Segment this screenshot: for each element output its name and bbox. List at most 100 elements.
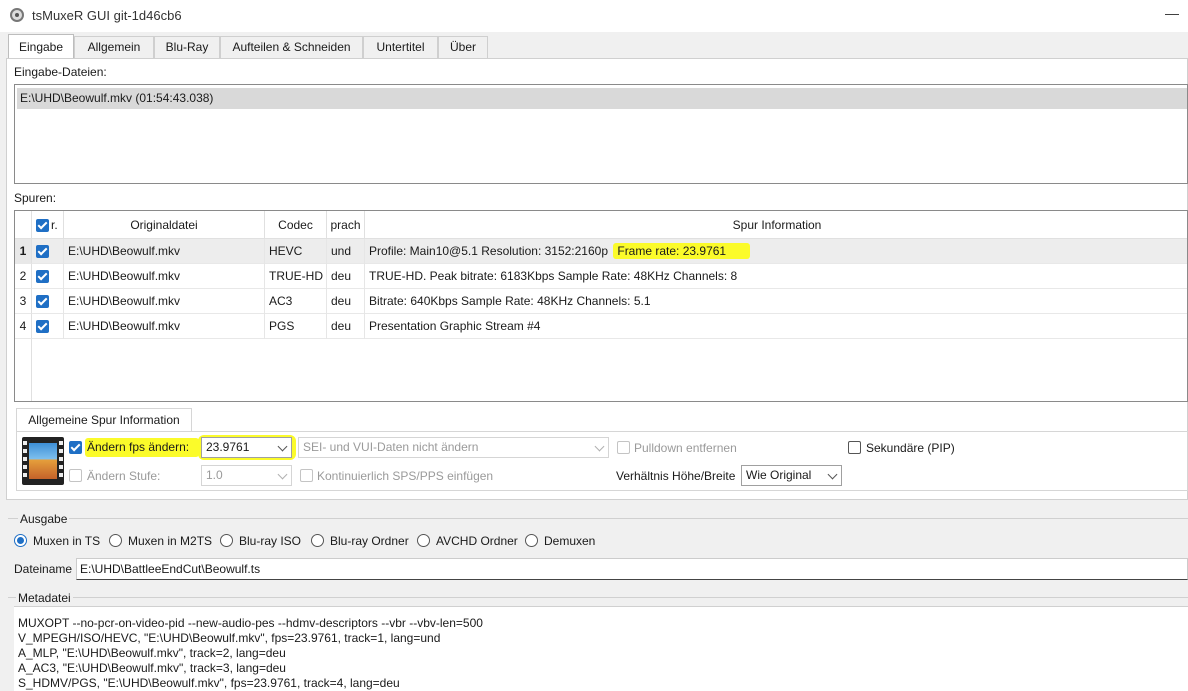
input-file-item[interactable]: E:\UHD\Beowulf.mkv (01:54:43.038): [17, 88, 1187, 109]
track-enabled-cell[interactable]: [32, 289, 64, 314]
header-spur-information[interactable]: Spur Information: [365, 211, 1187, 239]
input-files-label: Eingabe-Dateien:: [14, 65, 107, 79]
tab-eingabe[interactable]: Eingabe: [8, 34, 74, 58]
tab-untertitel[interactable]: Untertitel: [363, 36, 438, 58]
row-number[interactable]: 2: [15, 264, 32, 289]
track-enabled-checkbox[interactable]: [36, 320, 49, 333]
metadata-divider: [8, 597, 1188, 598]
output-divider: [8, 518, 1188, 519]
track-info: Presentation Graphic Stream #4: [369, 319, 541, 333]
tab-aufteilen-schneiden[interactable]: Aufteilen & Schneiden: [220, 36, 363, 58]
film-icon: [22, 437, 64, 485]
track-lang: deu: [327, 289, 365, 314]
radio-muxen-m2ts[interactable]: [109, 534, 122, 547]
radio-bluray-iso-label[interactable]: Blu-ray ISO: [239, 534, 301, 548]
table-row[interactable]: E:\UHD\Beowulf.mkv HEVC und Profile: Mai…: [32, 239, 1187, 264]
output-label: Ausgabe: [18, 512, 70, 526]
table-row[interactable]: E:\UHD\Beowulf.mkv AC3 deu Bitrate: 640K…: [32, 289, 1187, 314]
pulldown-checkbox[interactable]: [617, 441, 630, 454]
tab-allgemeine-spur-information[interactable]: Allgemeine Spur Information: [16, 408, 192, 432]
aspect-ratio-select[interactable]: Wie Original: [741, 465, 842, 486]
change-level-checkbox[interactable]: [69, 469, 82, 482]
chevron-down-icon: [277, 441, 288, 452]
table-row[interactable]: E:\UHD\Beowulf.mkv TRUE-HD deu TRUE-HD. …: [32, 264, 1187, 289]
radio-muxen-ts[interactable]: [14, 534, 27, 547]
track-info: Bitrate: 640Kbps Sample Rate: 48KHz Chan…: [369, 294, 651, 308]
metadata-textarea[interactable]: MUXOPT --no-pcr-on-video-pid --new-audio…: [14, 606, 1188, 691]
secondary-pip-checkbox[interactable]: [848, 441, 861, 454]
radio-demuxen[interactable]: [525, 534, 538, 547]
track-info: Profile: Main10@5.1 Resolution: 3152:216…: [365, 239, 1187, 264]
header-sprache[interactable]: prach: [327, 211, 365, 239]
metadata-line: S_HDMV/PGS, "E:\UHD\Beowulf.mkv", fps=23…: [18, 676, 400, 690]
track-codec: TRUE-HD: [265, 264, 327, 289]
track-file: E:\UHD\Beowulf.mkv: [64, 314, 265, 339]
chevron-down-icon: [827, 469, 838, 480]
sei-vui-value: SEI- und VUI-Daten nicht ändern: [303, 440, 479, 454]
metadata-line: A_AC3, "E:\UHD\Beowulf.mkv", track=3, la…: [18, 661, 286, 675]
tab-ueber[interactable]: Über: [438, 36, 488, 58]
track-info-text: Profile: Main10@5.1 Resolution: 3152:216…: [369, 244, 609, 258]
row-number-gutter: [15, 339, 32, 401]
continuous-sps-checkbox[interactable]: [300, 469, 313, 482]
window-title: tsMuxeR GUI git-1d46cb6: [32, 8, 182, 23]
header-codec[interactable]: Codec: [265, 211, 327, 239]
header-originaldatei[interactable]: Originaldatei: [64, 211, 265, 239]
radio-bluray-ordner-label[interactable]: Blu-ray Ordner: [330, 534, 409, 548]
track-file: E:\UHD\Beowulf.mkv: [64, 264, 265, 289]
chevron-down-icon: [594, 441, 605, 452]
level-combobox[interactable]: 1.0: [201, 465, 292, 486]
radio-avchd-ordner[interactable]: [417, 534, 430, 547]
track-enabled-cell[interactable]: [32, 239, 64, 264]
continuous-sps-label: Kontinuierlich SPS/PPS einfügen: [317, 469, 494, 483]
table-row[interactable]: E:\UHD\Beowulf.mkv PGS deu Presentation …: [32, 314, 1187, 339]
input-files-list[interactable]: E:\UHD\Beowulf.mkv (01:54:43.038): [14, 84, 1188, 184]
row-number[interactable]: 1: [15, 239, 32, 264]
level-value: 1.0: [206, 468, 223, 482]
tab-blu-ray[interactable]: Blu-Ray: [154, 36, 220, 58]
track-info-framerate-highlight: Frame rate: 23.9761: [613, 243, 751, 259]
select-all-checkbox[interactable]: [36, 219, 49, 232]
track-enabled-checkbox[interactable]: [36, 245, 49, 258]
change-fps-checkbox[interactable]: [69, 441, 82, 454]
track-info: TRUE-HD. Peak bitrate: 6183Kbps Sample R…: [369, 269, 738, 283]
radio-bluray-iso[interactable]: [220, 534, 233, 547]
radio-muxen-ts-label[interactable]: Muxen in TS: [33, 534, 100, 548]
row-number[interactable]: 3: [15, 289, 32, 314]
filename-label: Dateiname: [14, 562, 73, 576]
track-codec: PGS: [265, 314, 327, 339]
radio-demuxen-label[interactable]: Demuxen: [544, 534, 595, 548]
radio-muxen-m2ts-label[interactable]: Muxen in M2TS: [128, 534, 212, 548]
app-icon: [10, 8, 24, 22]
filename-field[interactable]: E:\UHD\BattleeEndCut\Beowulf.ts: [76, 558, 1188, 580]
track-enabled-cell[interactable]: [32, 264, 64, 289]
track-codec: AC3: [265, 289, 327, 314]
track-file: E:\UHD\Beowulf.mkv: [64, 289, 265, 314]
radio-bluray-ordner[interactable]: [311, 534, 324, 547]
tab-bar: Eingabe Allgemein Blu-Ray Aufteilen & Sc…: [0, 34, 1188, 58]
tab-allgemein[interactable]: Allgemein: [74, 36, 154, 58]
minimize-button[interactable]: —: [1160, 6, 1184, 26]
track-enabled-checkbox[interactable]: [36, 295, 49, 308]
track-codec: HEVC: [265, 239, 327, 264]
metadata-line: MUXOPT --no-pcr-on-video-pid --new-audio…: [18, 616, 483, 630]
header-enabled[interactable]: r.: [32, 211, 64, 239]
track-lang: und: [327, 239, 365, 264]
track-lang: deu: [327, 314, 365, 339]
track-enabled-checkbox[interactable]: [36, 270, 49, 283]
sei-vui-select[interactable]: SEI- und VUI-Daten nicht ändern: [298, 437, 609, 458]
secondary-pip-label: Sekundäre (PIP): [866, 441, 955, 455]
change-fps-label: Ändern fps ändern:: [85, 438, 200, 457]
aspect-ratio-label: Verhältnis Höhe/Breite: [616, 469, 736, 483]
table-corner: [15, 211, 32, 239]
track-enabled-cell[interactable]: [32, 314, 64, 339]
metadata-label: Metadatei: [16, 591, 73, 605]
fps-combobox[interactable]: 23.9761: [201, 437, 292, 458]
header-enabled-label: r.: [51, 218, 58, 232]
tracks-table[interactable]: r. Originaldatei Codec prach Spur Inform…: [14, 210, 1188, 402]
row-number[interactable]: 4: [15, 314, 32, 339]
change-level-label: Ändern Stufe:: [87, 469, 161, 483]
radio-avchd-ordner-label[interactable]: AVCHD Ordner: [436, 534, 518, 548]
tracks-label: Spuren:: [14, 191, 57, 205]
aspect-ratio-value: Wie Original: [746, 468, 812, 482]
